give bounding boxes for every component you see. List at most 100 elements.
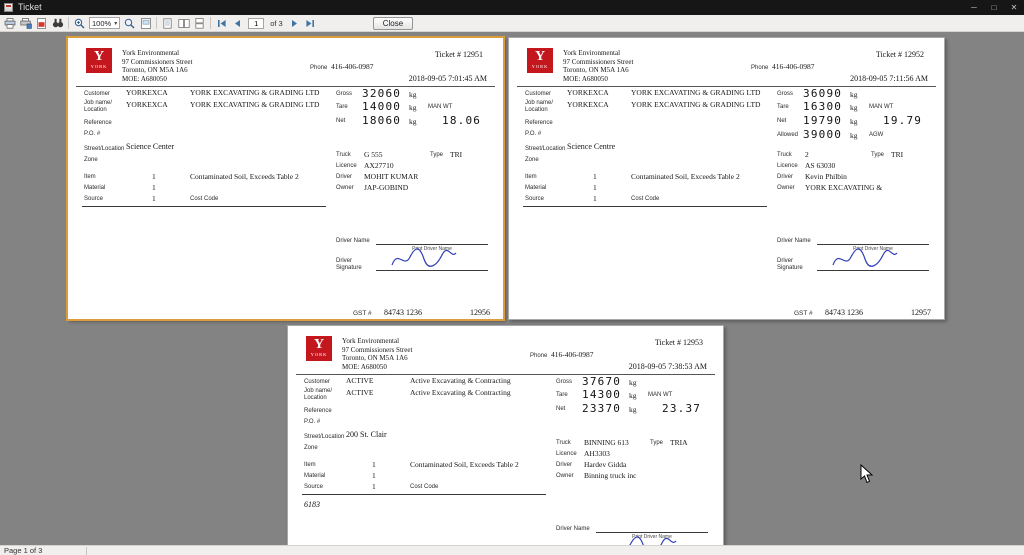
net-label: Net: [336, 118, 345, 124]
driver-label: Driver: [556, 462, 572, 468]
cost-code-label: Cost Code: [190, 196, 218, 202]
york-logo: Y YORK: [306, 336, 332, 361]
company-address-block: York Environmental 97 Commissioners Stre…: [122, 49, 192, 83]
tare-value: 14000: [362, 100, 401, 113]
search-button[interactable]: [50, 16, 65, 30]
york-logo-letter: Y: [306, 338, 332, 352]
net-tonnes: 23.37: [662, 402, 701, 415]
fit-page-button[interactable]: [138, 16, 153, 30]
york-logo: Y YORK: [86, 48, 112, 73]
maximize-button[interactable]: □: [984, 0, 1004, 15]
type-value: TRI: [891, 150, 903, 159]
allowed-unit: kg: [850, 131, 858, 140]
driver-signature-line: [817, 270, 929, 271]
net-label: Net: [777, 118, 786, 124]
minimize-button[interactable]: ─: [964, 0, 984, 15]
driver-signature-line: [376, 270, 488, 271]
toolbar-separator: [68, 17, 69, 29]
company-name: York Environmental: [563, 49, 633, 58]
ticket-document[interactable]: Y YORK York Environmental 97 Commissione…: [287, 325, 724, 545]
allowed-note: AGW: [869, 132, 883, 138]
prev-page-button[interactable]: [230, 16, 245, 30]
material-label: Material: [525, 185, 546, 191]
truck-label: Truck: [336, 152, 351, 158]
tare-label: Tare: [336, 104, 348, 110]
app-icon: [4, 3, 13, 12]
driver-name-label: Driver Name: [556, 526, 590, 532]
print-button[interactable]: [2, 16, 17, 30]
cost-code-label: Cost Code: [631, 196, 659, 202]
status-divider: [86, 547, 87, 555]
toolbar-separator: [156, 17, 157, 29]
source-label: Source: [304, 484, 323, 490]
last-page-button[interactable]: [303, 16, 318, 30]
ticket-document[interactable]: Y YORK York Environmental 97 Commissione…: [508, 37, 945, 320]
header-divider: [517, 86, 936, 87]
type-label: Type: [430, 152, 443, 158]
type-value: TRIA: [670, 438, 688, 447]
gross-unit: kg: [409, 90, 417, 99]
company-name: York Environmental: [342, 337, 412, 346]
source-label: Source: [84, 196, 103, 202]
job-label-1: Job name/: [304, 388, 332, 394]
driver-signature: [388, 245, 460, 271]
single-page-view-button[interactable]: [160, 16, 175, 30]
item-desc: Contaminated Soil, Exceeds Table 2: [631, 172, 740, 181]
customer-code: YORKEXCA: [126, 88, 168, 97]
fit-page-icon: [141, 18, 151, 29]
page-number-input[interactable]: [248, 18, 264, 29]
net-unit: kg: [629, 405, 637, 414]
tare-label: Tare: [556, 392, 568, 398]
licence-value: AH3303: [584, 449, 610, 458]
window-titlebar: Ticket ─ □ ✕: [0, 0, 1024, 15]
left-column-divider: [302, 494, 546, 495]
document-area[interactable]: Y YORK York Environmental 97 Commissione…: [0, 32, 1024, 545]
zone-label: Zone: [84, 157, 98, 163]
job-name: YORK EXCAVATING & GRADING LTD: [190, 100, 319, 109]
close-button[interactable]: Close: [373, 17, 413, 30]
close-window-button[interactable]: ✕: [1004, 0, 1024, 15]
customer-code: ACTIVE: [346, 376, 374, 385]
page-status: Page 1 of 3: [0, 546, 42, 555]
print-setup-button[interactable]: [18, 16, 33, 30]
job-name: YORK EXCAVATING & GRADING LTD: [631, 100, 760, 109]
owner-value: YORK EXCAVATING &: [805, 183, 882, 192]
gross-value: 37670: [582, 375, 621, 388]
left-column-divider: [523, 206, 767, 207]
continuous-view-button[interactable]: [192, 16, 207, 30]
zoom-in-button[interactable]: [72, 16, 87, 30]
york-logo-word: YORK: [86, 65, 112, 70]
york-logo-word: YORK: [527, 65, 553, 70]
binoculars-icon: [52, 18, 64, 28]
ticket-document[interactable]: Y YORK York Environmental 97 Commissione…: [67, 37, 504, 320]
first-page-button[interactable]: [214, 16, 229, 30]
type-label: Type: [650, 440, 663, 446]
street-value: 200 St. Clair: [346, 430, 387, 439]
zoom-level-value: 100%: [92, 19, 111, 28]
driver-signature-label-1: Driver: [777, 258, 793, 264]
item-desc: Contaminated Soil, Exceeds Table 2: [190, 172, 299, 181]
first-page-icon: [217, 19, 227, 28]
gross-value: 32060: [362, 87, 401, 100]
licence-label: Licence: [336, 163, 357, 169]
company-moe: MOE: A680050: [122, 75, 192, 84]
job-code: ACTIVE: [346, 388, 374, 397]
prev-page-icon: [233, 19, 242, 28]
facing-pages-view-button[interactable]: [176, 16, 191, 30]
material-code: 1: [372, 471, 376, 480]
zoom-level-select[interactable]: 100% ▾: [89, 17, 120, 29]
owner-value: Binning truck inc: [584, 471, 637, 480]
licence-label: Licence: [777, 163, 798, 169]
customer-label: Customer: [525, 91, 551, 97]
ticket-number: Ticket # 12951: [435, 50, 483, 59]
export-pdf-button[interactable]: [34, 16, 49, 30]
truck-value: 2: [805, 150, 809, 159]
customer-name: Active Excavating & Contracting: [410, 376, 511, 385]
type-value: TRI: [450, 150, 462, 159]
street-value: Science Centre: [567, 142, 615, 151]
next-page-button[interactable]: [287, 16, 302, 30]
tare-note: MAN WT: [648, 392, 672, 398]
zoom-out-button[interactable]: [122, 16, 137, 30]
material-code: 1: [593, 183, 597, 192]
customer-code: YORKEXCA: [567, 88, 609, 97]
